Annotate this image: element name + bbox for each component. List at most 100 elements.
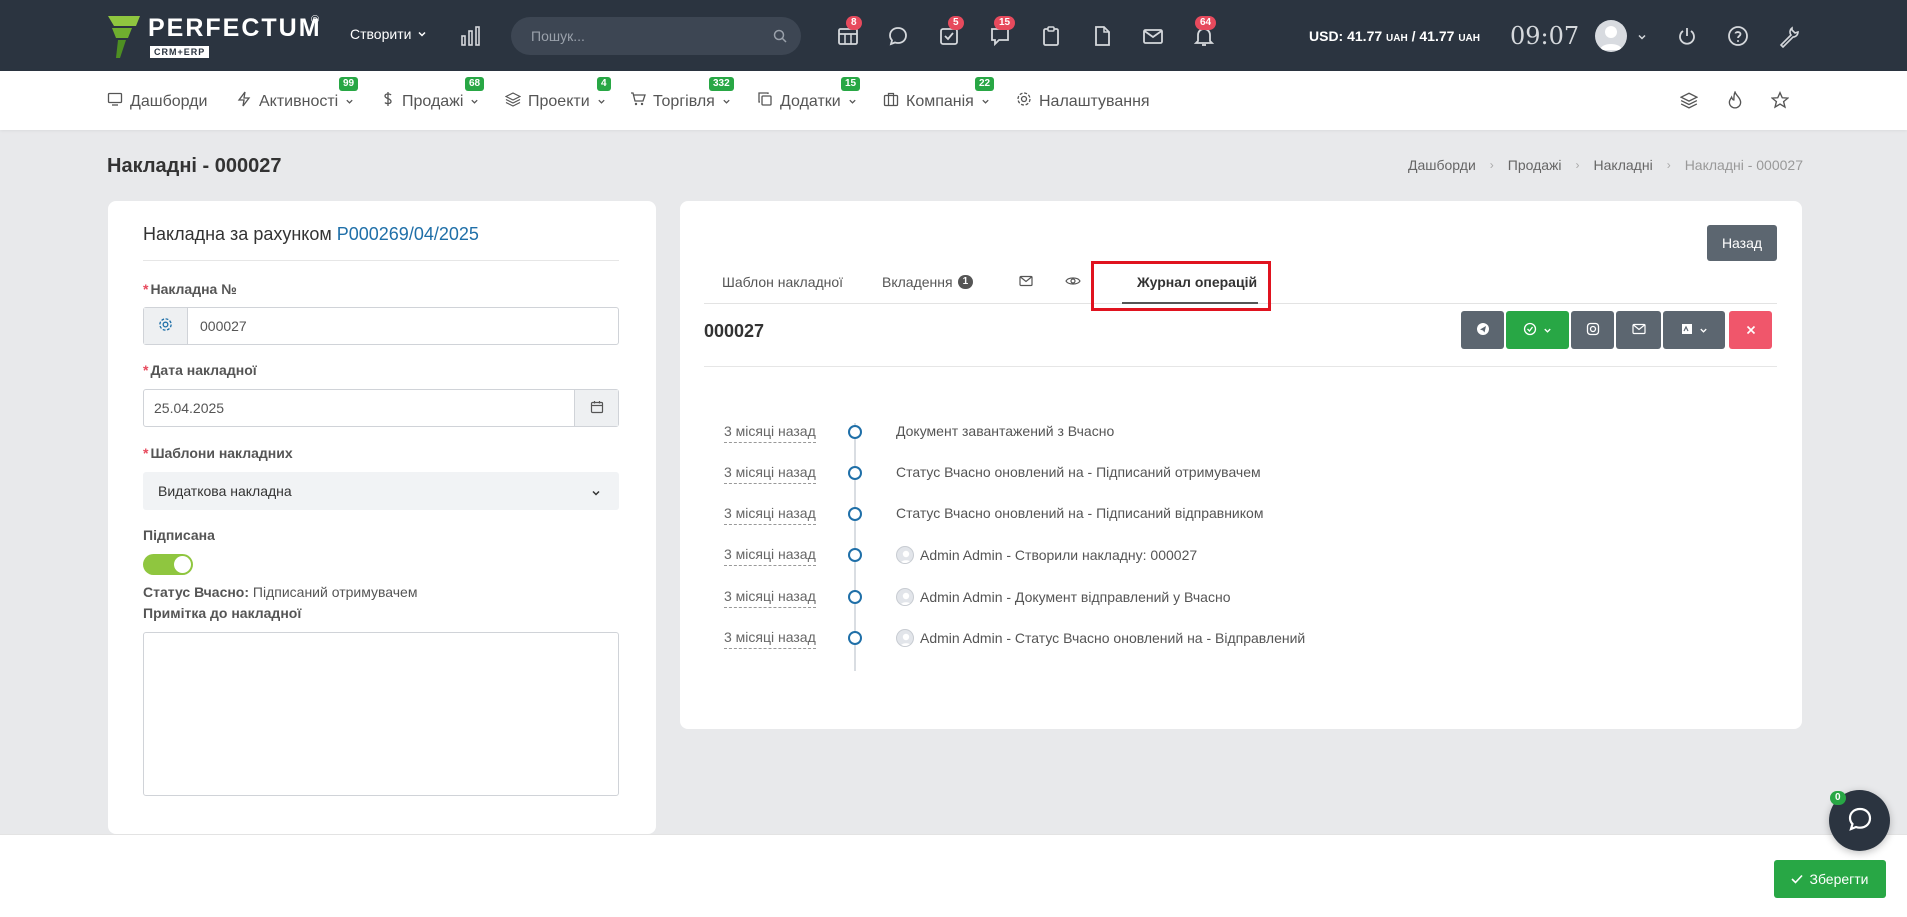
star-icon[interactable] [1770, 91, 1790, 112]
number-settings-button[interactable] [144, 308, 188, 344]
search-icon[interactable] [773, 29, 787, 46]
timeline-item: 3 місяці назад Admin Admin - Статус Вчас… [680, 629, 1680, 649]
power-icon[interactable] [1675, 24, 1699, 48]
dollar-icon [381, 91, 395, 112]
wrench-icon[interactable] [1777, 24, 1801, 49]
send-circle-icon [1476, 322, 1490, 339]
chevron-down-icon [597, 93, 606, 111]
pdf-file-icon [1681, 322, 1693, 338]
timeline-dot [848, 425, 862, 439]
chevron-down-icon [591, 485, 601, 501]
approve-dropdown-button[interactable] [1506, 311, 1569, 349]
help-icon[interactable] [1726, 24, 1750, 48]
delete-button[interactable] [1729, 311, 1772, 349]
required-mark: * [143, 281, 149, 297]
check-icon [1791, 871, 1804, 887]
menu-item-sales[interactable]: Продажі 68 [381, 77, 485, 112]
menu-label: Дашборди [130, 92, 208, 110]
timeline-time[interactable]: 3 місяці назад [724, 464, 816, 484]
timeline-item: 3 місяці назад Admin Admin - Створили на… [680, 546, 1680, 566]
operations-panel: Назад Шаблон накладної Вкладення 1 Журна… [680, 201, 1802, 729]
chevron-down-icon [470, 93, 479, 111]
tasks-check-icon[interactable]: 5 [937, 16, 964, 48]
chat-badge: 0 [1830, 791, 1846, 805]
date-label-text: Дата накладної [150, 362, 257, 378]
chevron-down-icon [981, 93, 990, 111]
number-field [143, 307, 619, 345]
discussions-icon[interactable]: 15 [988, 16, 1016, 48]
menu-label: Додатки [780, 92, 841, 110]
number-label-text: Накладна № [150, 281, 237, 297]
menu-label: Компанія [906, 92, 974, 110]
mail-icon[interactable] [1141, 24, 1165, 48]
timeline-time[interactable]: 3 місяці назад [724, 546, 816, 566]
note-textarea[interactable] [143, 632, 619, 796]
signed-toggle[interactable] [143, 554, 193, 575]
timeline-item: 3 місяці назад Статус Вчасно оновлений н… [680, 464, 1680, 484]
timeline-text: Статус Вчасно оновлений на - Підписаний … [896, 505, 1263, 521]
create-dropdown-button[interactable]: Створити [350, 26, 427, 42]
menu-label: Торгівля [653, 92, 715, 110]
logo[interactable]: PERFECTUM CRM+ERP ® [106, 14, 322, 60]
menu-badge: 332 [709, 77, 734, 91]
layers-icon [504, 91, 522, 112]
fire-icon[interactable] [1726, 90, 1744, 112]
menu-item-settings[interactable]: Налаштування [1016, 91, 1150, 112]
vchasno-button[interactable] [1461, 311, 1504, 349]
timeline-time[interactable]: 3 місяці назад [724, 588, 816, 608]
invoice-link[interactable]: P000269/04/2025 [337, 224, 479, 244]
tab-attachments[interactable]: Вкладення 1 [882, 274, 974, 290]
menu-item-activities[interactable]: Активності 99 [236, 77, 359, 112]
breadcrumb-sales[interactable]: Продажі [1508, 157, 1562, 173]
tab-invoice-template[interactable]: Шаблон накладної [722, 274, 843, 290]
save-button[interactable]: Зберегти [1774, 860, 1886, 898]
calendar-grid-icon[interactable]: 8 [836, 16, 862, 48]
layers-icon[interactable] [1679, 91, 1699, 112]
notifications-badge: 64 [1195, 16, 1217, 30]
menu-item-trade[interactable]: Торгівля 332 [630, 77, 734, 112]
rates-unit-1: UAH [1386, 33, 1408, 44]
pdf-dropdown-button[interactable] [1663, 311, 1725, 349]
chevron-down-icon[interactable] [1637, 29, 1647, 45]
menu-item-dashboards[interactable]: Дашборди [107, 91, 207, 112]
back-button[interactable]: Назад [1707, 225, 1777, 261]
menu-item-addons[interactable]: Додатки 15 [757, 77, 861, 112]
bolt-icon [236, 91, 252, 112]
chat-bubble-icon [1846, 805, 1874, 836]
date-input[interactable] [154, 390, 554, 426]
menu-label: Активності [259, 92, 339, 110]
invoice-form-card: Накладна за рахунком P000269/04/2025 * На… [108, 201, 656, 834]
clipboard-icon[interactable] [1039, 24, 1063, 48]
number-input[interactable] [200, 308, 600, 344]
timeline-time[interactable]: 3 місяці назад [724, 505, 816, 525]
top-bar: PERFECTUM CRM+ERP ® Створити 8 5 15 [0, 0, 1907, 71]
bell-icon[interactable]: 64 [1192, 16, 1217, 48]
highlight-box [1091, 261, 1271, 311]
send-email-button[interactable] [1616, 311, 1661, 349]
search-input[interactable] [531, 17, 761, 55]
timeline-message: Статус Вчасно оновлений на - Підписаний … [896, 505, 1264, 521]
tab-preview[interactable] [1065, 274, 1081, 290]
breadcrumb-invoices[interactable]: Накладні [1594, 157, 1653, 173]
discussions-badge: 15 [994, 16, 1016, 30]
template-select[interactable]: Видаткова накладна [143, 472, 619, 510]
document-icon[interactable] [1090, 24, 1114, 48]
calendar-button[interactable] [574, 390, 618, 426]
menu-item-projects[interactable]: Проекти 4 [504, 77, 611, 112]
menu-item-company[interactable]: Компанія 22 [883, 77, 995, 112]
envelope-icon [1019, 274, 1033, 290]
user-avatar[interactable] [1595, 20, 1627, 52]
instagram-button[interactable] [1571, 311, 1614, 349]
breadcrumb: Дашборди › Продажі › Накладні › Накладні… [1408, 157, 1803, 173]
bar-chart-icon[interactable] [460, 26, 482, 49]
chevron-right-icon: › [1489, 158, 1494, 172]
chat-bubble-icon[interactable] [886, 24, 910, 48]
form-heading: Накладна за рахунком P000269/04/2025 [143, 224, 479, 245]
footer-bar: Зберегти [0, 834, 1907, 917]
timeline-time[interactable]: 3 місяці назад [724, 629, 816, 649]
timeline-time[interactable]: 3 місяці назад [724, 423, 816, 443]
breadcrumb-dashboards[interactable]: Дашборди [1408, 157, 1476, 173]
envelope-icon [1631, 322, 1646, 338]
tab-email[interactable] [1019, 274, 1033, 290]
search-box [511, 17, 801, 55]
